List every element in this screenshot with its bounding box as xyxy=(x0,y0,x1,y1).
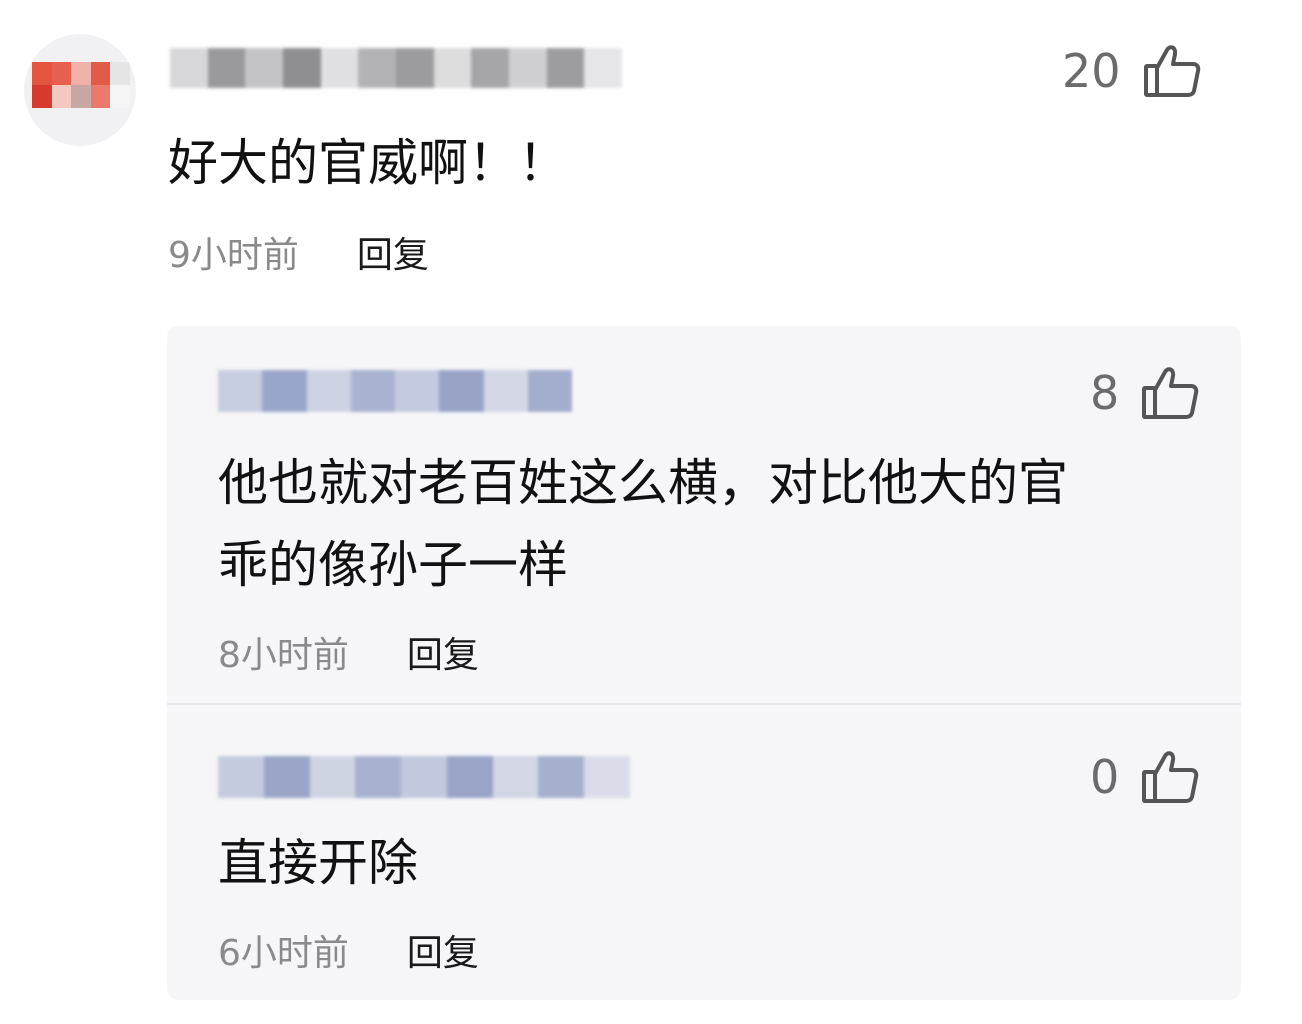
reply-2-like[interactable]: 0 xyxy=(1090,750,1199,804)
thumbs-up-icon xyxy=(1142,367,1199,419)
comment-meta: 9小时前 回复 xyxy=(168,226,429,278)
reply-1-username-blurred[interactable] xyxy=(218,370,572,412)
reply-button[interactable]: 回复 xyxy=(407,626,479,678)
comment-avatar[interactable] xyxy=(24,34,136,146)
like-count: 0 xyxy=(1090,750,1120,804)
reply-button[interactable]: 回复 xyxy=(357,226,429,278)
reply-2-username-blurred[interactable] xyxy=(218,756,631,798)
reply-1-meta: 8小时前 回复 xyxy=(218,626,479,678)
reply-1-like[interactable]: 8 xyxy=(1090,366,1199,420)
comment-like[interactable]: 20 xyxy=(1062,44,1201,98)
reply-1-text-line1: 他也就对老百姓这么横，对比他大的官 xyxy=(218,454,1068,512)
reply-button[interactable]: 回复 xyxy=(407,924,479,976)
reply-1-text-line2: 乖的像孙子一样 xyxy=(218,536,568,594)
thumbs-up-icon xyxy=(1143,45,1200,97)
like-count: 20 xyxy=(1062,44,1121,98)
reply-2-meta: 6小时前 回复 xyxy=(218,924,479,976)
reply-time: 8小时前 xyxy=(218,635,349,676)
thumbs-up-icon xyxy=(1142,751,1199,803)
like-count: 8 xyxy=(1090,366,1120,420)
comment-username-blurred[interactable] xyxy=(170,48,623,88)
reply-time: 6小时前 xyxy=(218,933,349,974)
comment-text: 好大的官威啊！！ xyxy=(168,134,568,192)
reply-divider xyxy=(167,703,1241,705)
comment-time: 9小时前 xyxy=(168,235,299,276)
avatar-mosaic xyxy=(32,62,130,108)
reply-2-text: 直接开除 xyxy=(218,834,418,892)
